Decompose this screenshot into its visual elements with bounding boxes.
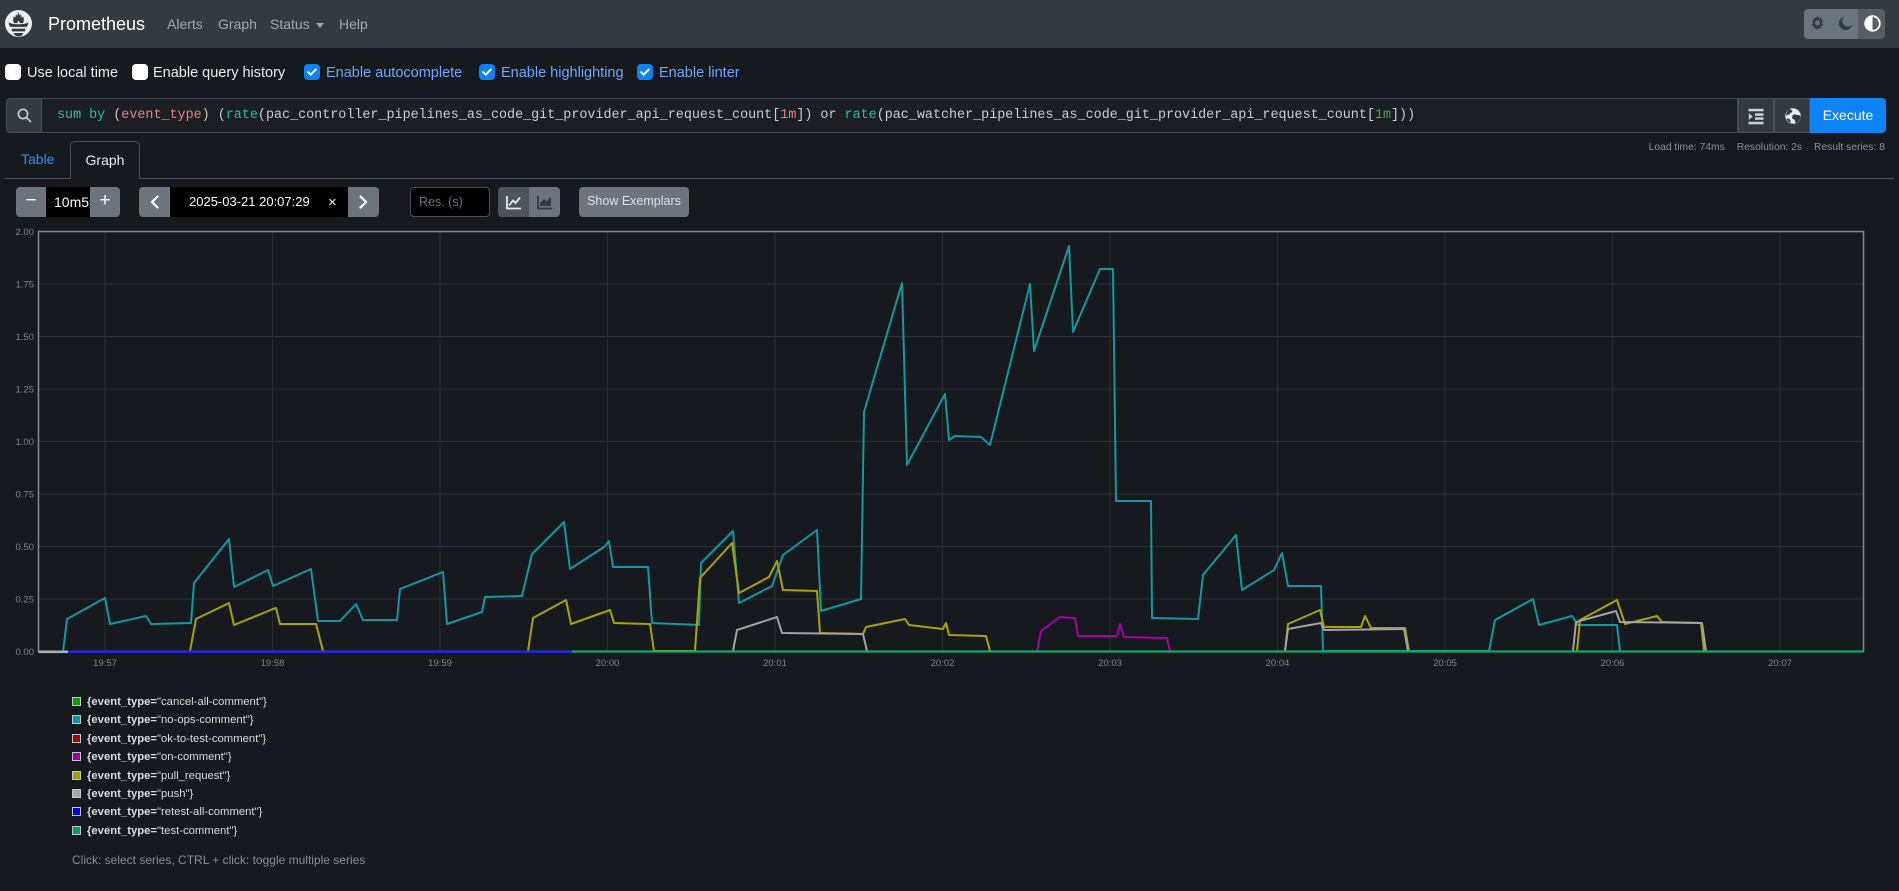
svg-text:20:04: 20:04 [1266, 658, 1290, 669]
svg-text:20:03: 20:03 [1098, 658, 1122, 669]
svg-text:20:02: 20:02 [931, 658, 955, 669]
svg-text:19:58: 19:58 [261, 658, 285, 669]
svg-text:0.75: 0.75 [16, 490, 35, 501]
svg-text:0.50: 0.50 [16, 542, 35, 553]
svg-text:20:07: 20:07 [1768, 658, 1792, 669]
svg-text:1.25: 1.25 [16, 385, 35, 396]
svg-text:0.00: 0.00 [16, 647, 35, 658]
svg-text:19:57: 19:57 [93, 658, 117, 669]
svg-text:19:59: 19:59 [428, 658, 452, 669]
svg-text:1.50: 1.50 [16, 332, 35, 343]
svg-text:20:00: 20:00 [596, 658, 620, 669]
svg-text:0.25: 0.25 [16, 595, 35, 606]
svg-text:20:05: 20:05 [1433, 658, 1457, 669]
svg-text:2.00: 2.00 [16, 227, 35, 238]
svg-text:20:06: 20:06 [1601, 658, 1625, 669]
svg-text:1.00: 1.00 [16, 437, 35, 448]
svg-text:20:01: 20:01 [763, 658, 787, 669]
svg-text:1.75: 1.75 [16, 280, 35, 291]
